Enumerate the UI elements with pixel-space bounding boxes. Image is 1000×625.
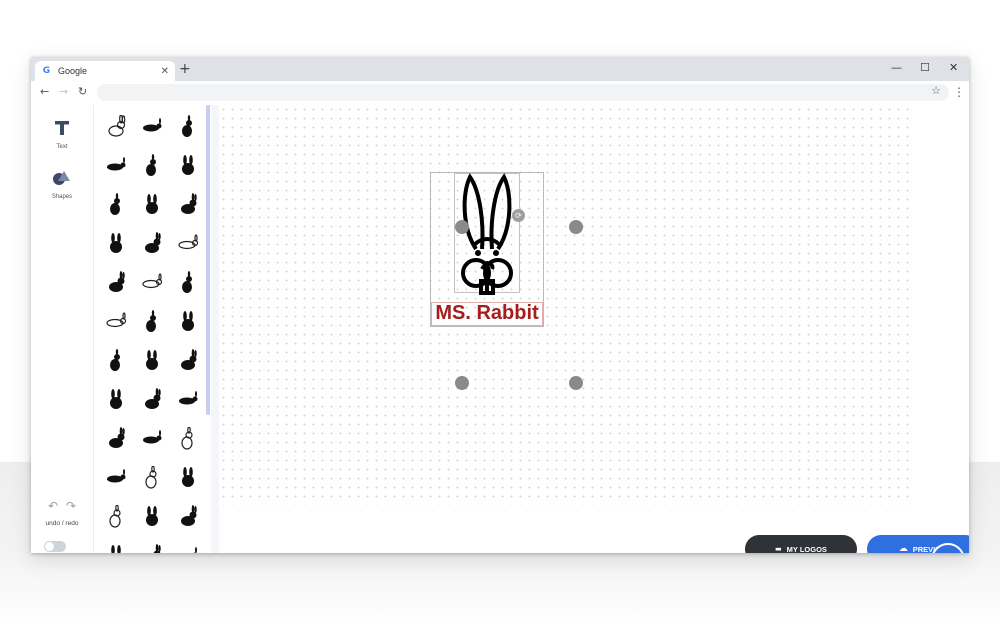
rabbit-icon[interactable] xyxy=(98,187,134,223)
undo-icon[interactable]: ↶ xyxy=(48,499,58,513)
google-favicon-icon: G xyxy=(42,66,51,76)
rabbit-icon[interactable] xyxy=(98,499,134,535)
bookmark-star-icon[interactable]: ☆ xyxy=(931,84,941,97)
minimize-icon[interactable]: — xyxy=(891,61,902,74)
shapes-tool[interactable]: Shapes xyxy=(31,169,93,200)
text-tool[interactable]: Text xyxy=(31,119,93,150)
rabbit-icon[interactable] xyxy=(134,304,170,340)
rotate-handle-icon[interactable]: ⟳ xyxy=(512,209,525,222)
rabbit-icon[interactable] xyxy=(134,538,170,553)
panel-divider xyxy=(211,105,219,553)
rabbit-icon[interactable] xyxy=(98,148,134,184)
my-logos-label: MY LOGOS xyxy=(786,544,827,554)
rabbit-icon[interactable] xyxy=(98,343,134,379)
undo-redo-label: undo / redo xyxy=(45,520,79,527)
rabbit-icon[interactable] xyxy=(170,343,206,379)
forward-icon[interactable]: → xyxy=(59,85,68,98)
rabbit-icon[interactable] xyxy=(134,382,170,418)
rabbit-icon[interactable] xyxy=(170,109,206,145)
shapes-tool-icon xyxy=(53,171,70,185)
rabbit-icon[interactable] xyxy=(170,304,206,340)
rabbit-icon[interactable] xyxy=(170,265,206,301)
rabbit-icon[interactable] xyxy=(170,460,206,496)
rabbit-icon[interactable] xyxy=(98,226,134,262)
rabbit-icon[interactable] xyxy=(134,460,170,496)
toggle-switch[interactable] xyxy=(44,541,66,552)
maximize-icon[interactable]: ☐ xyxy=(920,61,930,74)
rabbit-icon[interactable] xyxy=(98,109,134,145)
browser-window: G Google ✕ + — ☐ ✕ ← → ↻ ☆ ⋮ Text Shapes… xyxy=(31,57,969,553)
rabbit-icon[interactable] xyxy=(170,499,206,535)
design-canvas[interactable]: MS. Rabbit ⟳ ▬ MY LOGOS ☁ PREVIEW xyxy=(219,105,969,553)
rabbit-icon[interactable] xyxy=(134,499,170,535)
rabbit-icon[interactable] xyxy=(98,460,134,496)
rabbit-icon[interactable] xyxy=(98,265,134,301)
rabbit-logo-icon[interactable] xyxy=(454,173,520,295)
canvas-dot-grid xyxy=(219,105,909,505)
rabbit-icon[interactable] xyxy=(134,421,170,457)
cloud-icon: ☁ xyxy=(898,544,908,553)
new-tab-button[interactable]: + xyxy=(179,62,191,76)
rabbit-icon[interactable] xyxy=(170,421,206,457)
rabbit-icon[interactable] xyxy=(170,187,206,223)
close-window-icon[interactable]: ✕ xyxy=(949,61,958,74)
rabbit-icon[interactable] xyxy=(98,421,134,457)
resize-handle-top-right[interactable] xyxy=(569,220,583,234)
folder-icon: ▬ xyxy=(775,545,782,553)
title-bar: G Google ✕ + — ☐ ✕ xyxy=(31,57,969,81)
rabbit-icon[interactable] xyxy=(134,109,170,145)
rabbit-icon[interactable] xyxy=(98,304,134,340)
rabbit-icon[interactable] xyxy=(134,226,170,262)
tab-title: Google xyxy=(58,66,88,76)
undo-redo-controls: ↶ ↷ xyxy=(37,499,87,513)
browser-tab[interactable]: G Google ✕ xyxy=(35,61,175,81)
logo-text[interactable]: MS. Rabbit xyxy=(429,300,545,326)
rabbit-icon[interactable] xyxy=(134,148,170,184)
rabbit-icon[interactable] xyxy=(170,538,206,553)
toggle-knob xyxy=(45,542,54,551)
reload-icon[interactable]: ↻ xyxy=(78,85,87,98)
rabbit-icon[interactable] xyxy=(98,538,134,553)
rabbit-icon[interactable] xyxy=(134,265,170,301)
rabbit-icon[interactable] xyxy=(134,343,170,379)
redo-icon[interactable]: ↷ xyxy=(66,499,76,513)
address-bar[interactable]: ☆ xyxy=(97,84,949,101)
resize-handle-top-left[interactable] xyxy=(455,220,469,234)
back-icon[interactable]: ← xyxy=(40,85,49,98)
rabbit-icon[interactable] xyxy=(134,187,170,223)
resize-handle-bottom-right[interactable] xyxy=(569,376,583,390)
my-logos-button[interactable]: ▬ MY LOGOS xyxy=(745,535,857,553)
browser-menu-icon[interactable]: ⋮ xyxy=(953,85,965,99)
text-tool-icon xyxy=(55,121,69,135)
browser-toolbar: ← → ↻ ☆ ⋮ xyxy=(31,81,969,106)
rabbit-icon[interactable] xyxy=(170,382,206,418)
rabbit-icon[interactable] xyxy=(170,148,206,184)
rabbit-icon[interactable] xyxy=(98,382,134,418)
icon-library-panel xyxy=(94,105,208,553)
close-tab-icon[interactable]: ✕ xyxy=(161,66,169,77)
rabbit-icon[interactable] xyxy=(170,226,206,262)
resize-handle-bottom-left[interactable] xyxy=(455,376,469,390)
text-tool-label: Text xyxy=(56,144,68,150)
icon-panel-scrollbar[interactable] xyxy=(206,105,210,415)
shapes-tool-label: Shapes xyxy=(51,194,73,200)
tools-sidebar: Text Shapes ↶ ↷ undo / redo xyxy=(31,105,94,553)
